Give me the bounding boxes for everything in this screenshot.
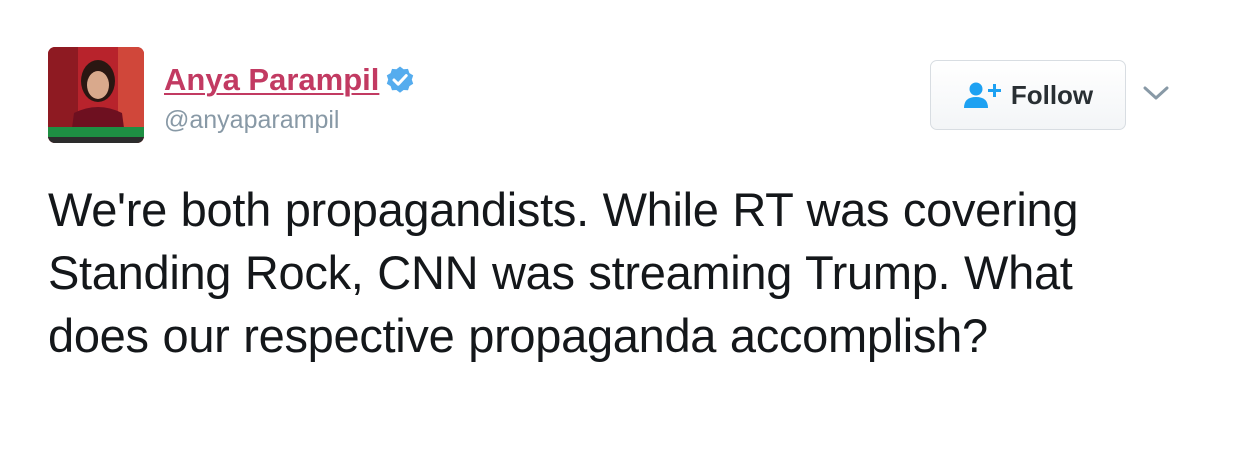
follow-user-plus-icon bbox=[963, 80, 1003, 110]
chevron-down-icon[interactable] bbox=[1142, 82, 1170, 106]
verified-badge-icon bbox=[385, 65, 415, 95]
avatar[interactable] bbox=[48, 47, 144, 143]
author-name-row: Anya Parampil bbox=[164, 60, 415, 100]
author-display-name[interactable]: Anya Parampil bbox=[164, 60, 379, 100]
avatar-image bbox=[48, 47, 144, 143]
author-handle[interactable]: @anyaparampil bbox=[164, 105, 339, 135]
follow-button-label: Follow bbox=[1010, 79, 1094, 110]
tweet-text: We're both propagandists. While RT was c… bbox=[48, 183, 1079, 362]
follow-button[interactable]: Follow bbox=[930, 60, 1126, 130]
